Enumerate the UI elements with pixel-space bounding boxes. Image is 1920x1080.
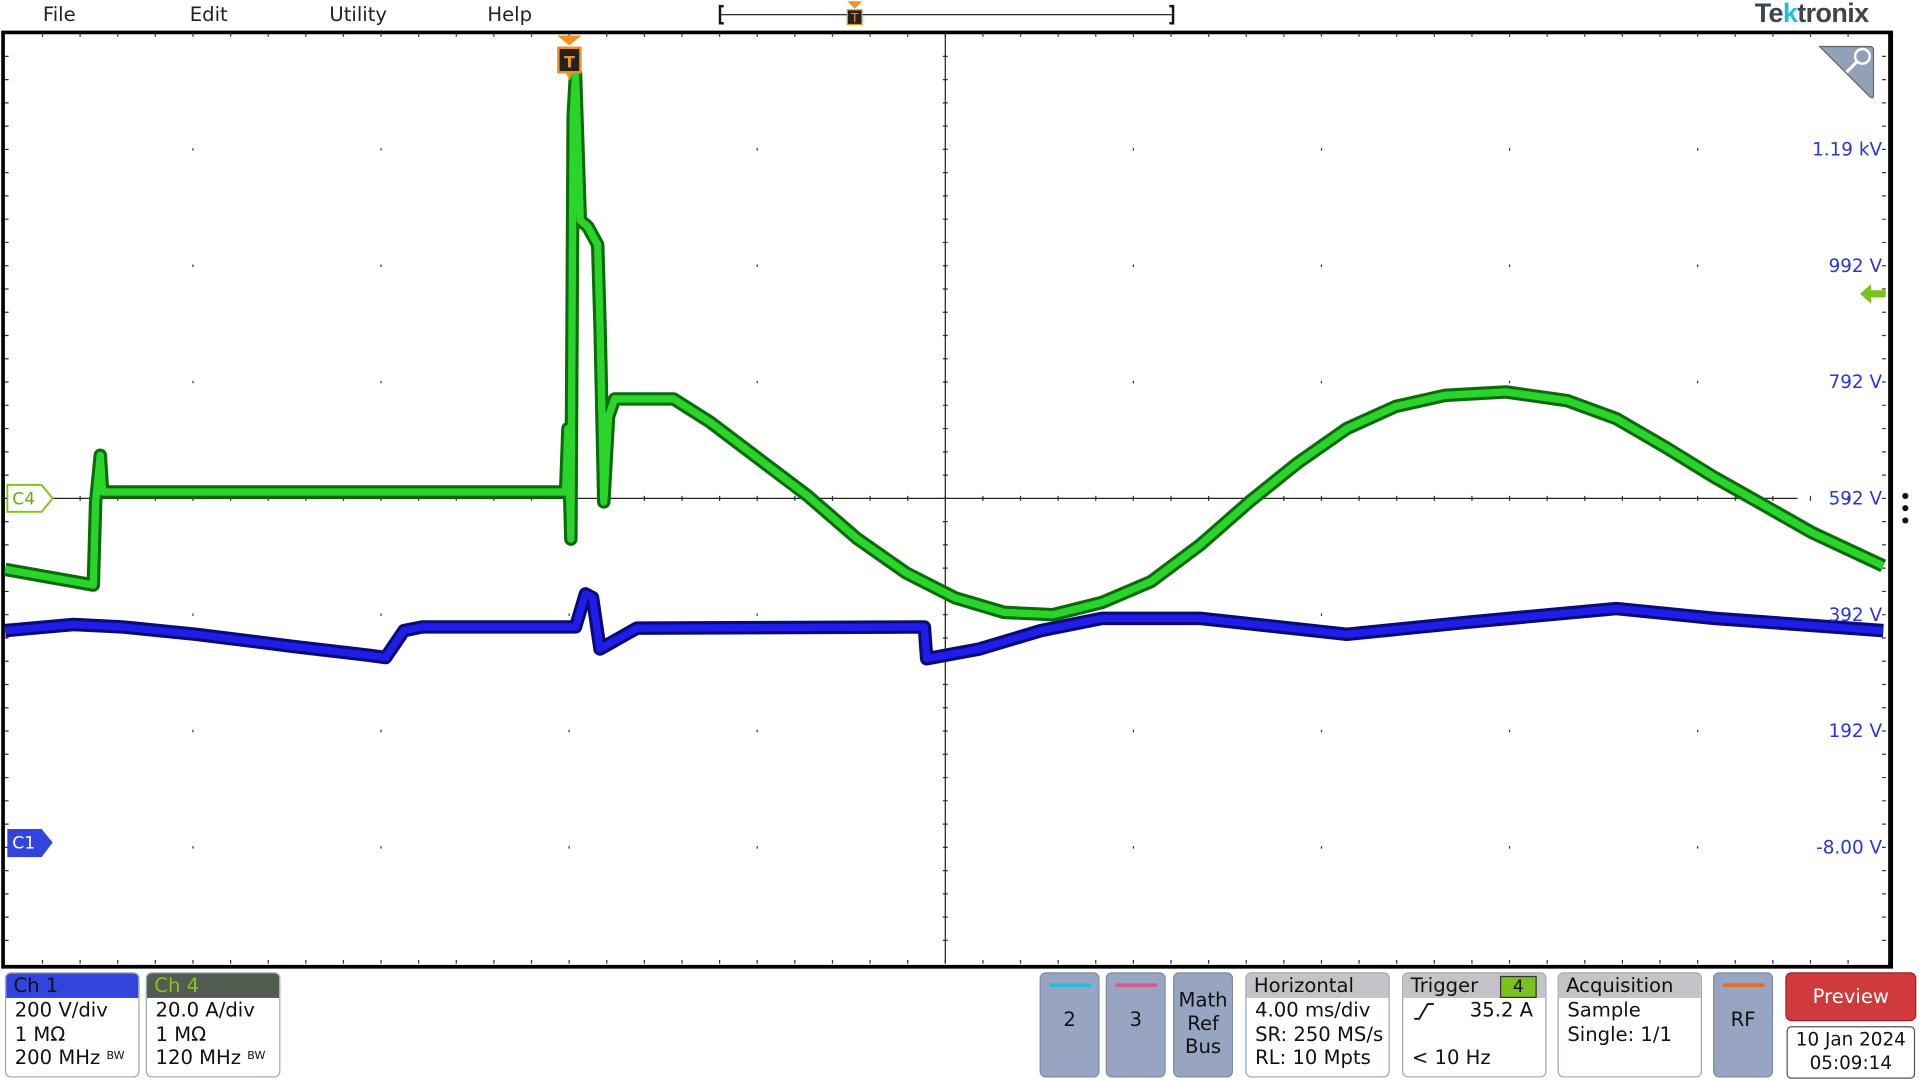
ch4-title: Ch 4 bbox=[146, 973, 280, 998]
ch1-title: Ch 1 bbox=[6, 973, 139, 998]
trigger-badge[interactable]: Trigger 4 35.2 A < 10 Hz bbox=[1402, 972, 1547, 1078]
axis-label: 392 V bbox=[1828, 603, 1883, 626]
trace-ch4 bbox=[4, 70, 1885, 619]
trigger-source-badge: 4 bbox=[1500, 975, 1537, 998]
ch1-badge[interactable]: Ch 1 200 V/div 1 MΩ 200 MHz BW bbox=[4, 972, 140, 1078]
time: 05:09:14 bbox=[1809, 1051, 1893, 1074]
axis-label: 792 V bbox=[1828, 371, 1883, 394]
rf-button[interactable]: RF bbox=[1713, 972, 1774, 1078]
horizontal-badge[interactable]: Horizontal 4.00 ms/div SR: 250 MS/s RL: … bbox=[1245, 972, 1390, 1078]
math-ref-bus-button[interactable]: Math Ref Bus bbox=[1173, 972, 1234, 1078]
bandwidth-limit-icon: BW bbox=[247, 1050, 266, 1063]
trace-outline-ch4 bbox=[3, 66, 1887, 622]
ch4-bandwidth: 120 MHz bbox=[155, 1045, 242, 1069]
date-time-display[interactable]: 10 Jan 2024 05:09:14 bbox=[1786, 1026, 1916, 1079]
oscilloscope-screen: File Edit Utility Help T Tektronix 1.19 … bbox=[0, 0, 1920, 1080]
ch2-button[interactable]: 2 bbox=[1039, 972, 1100, 1078]
ch4-scale: 20.0 A/div bbox=[155, 997, 255, 1022]
bandwidth-limit-icon: BW bbox=[106, 1050, 125, 1063]
ch4-badge[interactable]: Ch 4 20.0 A/div 1 MΩ 120 MHz BW bbox=[145, 972, 281, 1078]
axis-label: -8.00 V bbox=[1816, 836, 1883, 859]
date: 10 Jan 2024 bbox=[1795, 1028, 1906, 1051]
waveform-graph bbox=[3, 33, 1887, 964]
rising-edge-icon bbox=[1414, 1003, 1434, 1020]
axis-label: 1.19 kV bbox=[1812, 138, 1883, 161]
ch1-bandwidth: 200 MHz bbox=[14, 1045, 101, 1069]
ch4-impedance: 1 MΩ bbox=[155, 1021, 207, 1046]
ch1-impedance: 1 MΩ bbox=[14, 1021, 66, 1046]
preview-button[interactable]: Preview bbox=[1785, 972, 1917, 1022]
ch1-scale: 200 V/div bbox=[14, 997, 108, 1022]
axis-label: 992 V bbox=[1828, 254, 1883, 277]
axis-label: 592 V bbox=[1828, 487, 1883, 510]
ch3-button[interactable]: 3 bbox=[1105, 972, 1166, 1078]
axis-label: 192 V bbox=[1828, 720, 1883, 743]
acquisition-badge[interactable]: Acquisition Sample Single: 1/1 bbox=[1557, 972, 1703, 1078]
